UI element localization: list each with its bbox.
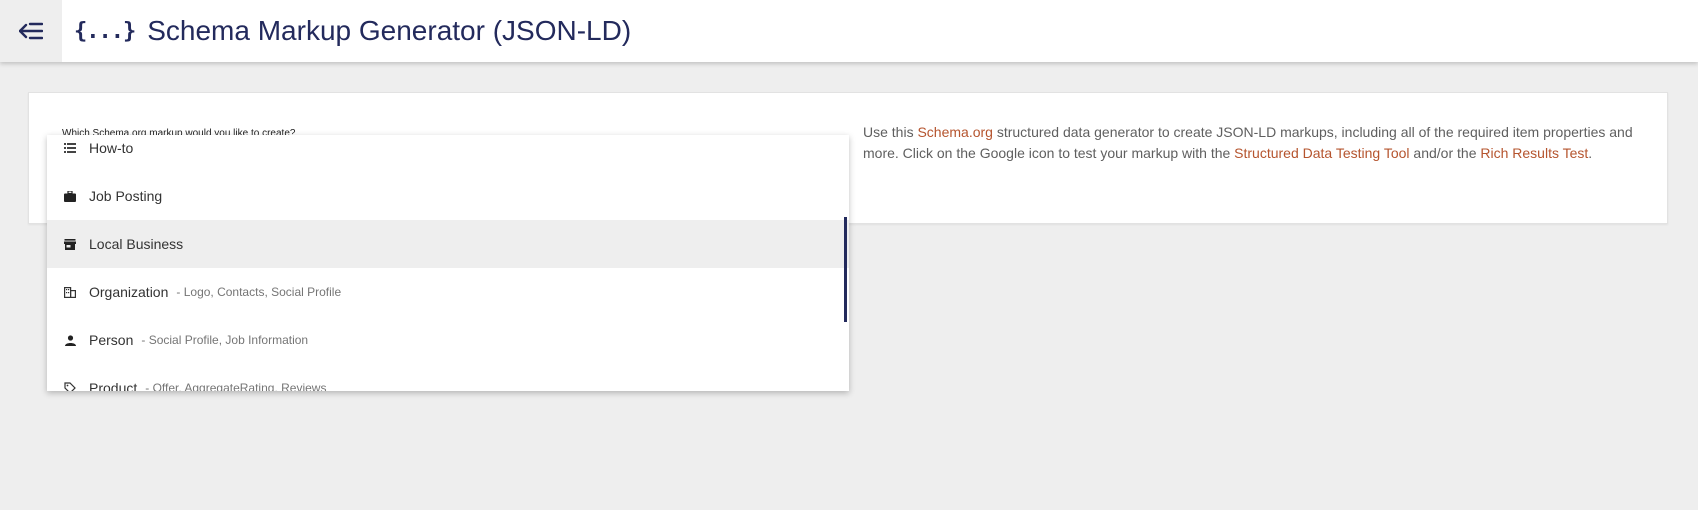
briefcase-icon (63, 189, 77, 203)
option-label: How-to (89, 140, 134, 156)
building-icon (63, 285, 77, 299)
schema-type-dropdown[interactable]: How-to Job Posting Local Business Organi… (47, 135, 849, 391)
top-bar: {...} Schema Markup Generator (JSON-LD) (0, 0, 1698, 62)
structured-data-testing-tool-link[interactable]: Structured Data Testing Tool (1234, 145, 1409, 161)
option-sublabel: - Social Profile, Job Information (141, 333, 309, 347)
app-title: {...} Schema Markup Generator (JSON-LD) (74, 0, 631, 62)
collapse-menu-icon (19, 22, 43, 40)
option-local-business[interactable]: Local Business (47, 220, 849, 268)
rich-results-test-link[interactable]: Rich Results Test (1480, 145, 1588, 161)
option-job-posting[interactable]: Job Posting (47, 172, 849, 220)
option-label: Product (89, 380, 138, 391)
option-sublabel: - Offer, AggregateRating, Reviews (145, 381, 327, 391)
generator-description: Use this Schema.org structured data gene… (863, 124, 1633, 161)
braces-icon: {...} (74, 18, 136, 44)
option-label: Person (89, 332, 134, 348)
page-title: Schema Markup Generator (JSON-LD) (147, 15, 632, 46)
list-icon (63, 141, 77, 155)
person-icon (63, 333, 77, 347)
dropdown-list: How-to Job Posting Local Business Organi… (47, 135, 849, 391)
option-product[interactable]: Product - Offer, AggregateRating, Review… (47, 364, 849, 391)
dropdown-scrollbar[interactable] (844, 217, 847, 322)
store-icon (63, 237, 77, 251)
option-person[interactable]: Person - Social Profile, Job Information (47, 316, 849, 364)
option-label: Local Business (89, 236, 184, 252)
option-organization[interactable]: Organization - Logo, Contacts, Social Pr… (47, 268, 849, 316)
schema-org-link[interactable]: Schema.org (917, 124, 992, 140)
tag-icon (63, 381, 77, 391)
option-sublabel: - Logo, Contacts, Social Profile (176, 285, 342, 299)
collapse-menu-button[interactable] (0, 0, 62, 62)
option-how-to[interactable]: How-to (47, 135, 849, 172)
option-label: Job Posting (89, 188, 163, 204)
option-label: Organization (89, 284, 169, 300)
